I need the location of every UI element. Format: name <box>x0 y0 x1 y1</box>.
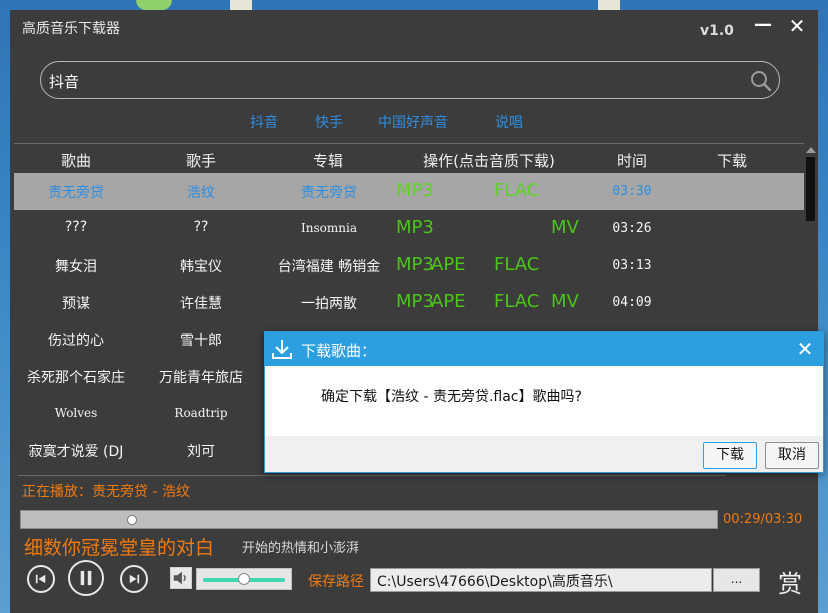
quick-link-kuaishou[interactable]: 快手 <box>315 112 343 132</box>
table-row[interactable]: 预谋 许佳慧 一拍两散 MP3 APE FLAC MV 04:09 <box>14 284 804 321</box>
download-flac-link[interactable]: FLAC <box>494 180 539 201</box>
cell-artist: 万能青年旅店 <box>159 370 243 386</box>
search-box <box>40 61 780 99</box>
divider <box>18 475 726 476</box>
cell-artist: 雪十郎 <box>180 333 222 349</box>
download-mp3-link[interactable]: MP3 <box>396 217 434 238</box>
download-icon <box>272 340 292 359</box>
download-mv-link[interactable]: MV <box>551 217 579 238</box>
cell-album: 一拍两散 <box>301 296 357 312</box>
cell-time: 04:09 <box>612 295 652 310</box>
table-row[interactable]: 责无旁贷 浩纹 责无旁贷 MP3 FLAC 03:30 <box>14 173 804 210</box>
playback-timer: 00:29/03:30 <box>723 512 803 527</box>
cell-song: 杀死那个石家庄 <box>27 370 125 386</box>
cell-album: 台湾福建 畅销金 <box>277 259 381 275</box>
download-ape-link[interactable]: APE <box>431 254 466 275</box>
download-mv-link[interactable]: MV <box>551 291 579 312</box>
lyric-next: 开始的热情和小澎湃 <box>242 541 360 556</box>
cell-song: ??? <box>64 219 88 235</box>
dialog-header[interactable]: 下载歌曲： ✕ <box>265 332 823 366</box>
confirm-download-button[interactable]: 下载 <box>703 442 757 469</box>
desktop-peek-icon <box>136 0 172 10</box>
column-header-album[interactable]: 专辑 <box>286 150 370 171</box>
download-flac-link[interactable]: FLAC <box>494 291 539 312</box>
dialog-title: 下载歌曲： <box>301 342 377 360</box>
save-path-label: 保存路径 <box>308 574 364 590</box>
pause-button[interactable] <box>68 560 104 596</box>
cell-artist: 浩纹 <box>187 185 215 201</box>
now-playing-label: 正在播放：责无旁贷 - 浩纹 <box>22 484 190 500</box>
volume-button[interactable] <box>170 567 192 589</box>
save-path-field[interactable]: C:\Users\47666\Desktop\高质音乐\ <box>370 568 712 592</box>
column-header-actions[interactable]: 操作(点击音质下载) <box>414 150 564 171</box>
cell-artist: 韩宝仪 <box>180 259 222 275</box>
cell-time: 03:30 <box>612 184 652 199</box>
progress-knob[interactable] <box>127 515 137 525</box>
cell-song: 寂寞才说爱 (DJ <box>28 444 124 460</box>
cell-time: 03:26 <box>612 221 652 236</box>
desktop-peek-file <box>230 0 252 10</box>
column-header-download[interactable]: 下载 <box>704 150 760 171</box>
cell-song: 预谋 <box>62 296 90 312</box>
download-ape-link[interactable]: APE <box>431 291 466 312</box>
column-header-artist[interactable]: 歌手 <box>169 150 233 171</box>
download-mp3-link[interactable]: MP3 <box>396 291 434 312</box>
title-bar[interactable]: 高质音乐下载器 v1.0 — ✕ <box>10 10 818 48</box>
cell-artist: 许佳慧 <box>180 296 222 312</box>
cell-album: Insomnia <box>301 221 357 235</box>
desktop-peek-file <box>598 0 620 10</box>
next-button[interactable] <box>120 565 148 593</box>
reward-button[interactable]: 赏 <box>778 564 802 599</box>
download-dialog: 下载歌曲： ✕ 确定下载【浩纹 - 责无旁贷.flac】歌曲吗? 下载 取消 <box>264 331 824 473</box>
close-button[interactable]: ✕ <box>786 14 808 40</box>
dialog-close-button[interactable]: ✕ <box>793 337 817 361</box>
quick-links: 抖音 快手 中国好声音 说唱 <box>10 112 818 132</box>
lyric-current: 细数你冠冕堂皇的对白 <box>24 537 215 559</box>
minimize-button[interactable]: — <box>752 14 774 40</box>
cell-artist: 刘可 <box>187 444 215 460</box>
cell-song: Wolves <box>54 406 98 420</box>
scroll-thumb[interactable] <box>806 157 815 221</box>
pause-icon <box>80 570 92 586</box>
quick-link-voice-of-china[interactable]: 中国好声音 <box>378 112 448 132</box>
cancel-button[interactable]: 取消 <box>765 442 819 469</box>
app-window: 高质音乐下载器 v1.0 — ✕ 抖音 快手 中国好声音 说唱 歌曲 歌手 专辑… <box>10 10 818 613</box>
cell-song: 责无旁贷 <box>48 185 104 201</box>
search-input[interactable] <box>49 70 739 92</box>
next-icon <box>129 574 140 584</box>
download-mp3-link[interactable]: MP3 <box>396 180 434 201</box>
table-row[interactable]: 舞女泪 韩宝仪 台湾福建 畅销金 MP3 APE FLAC 03:13 <box>14 247 804 284</box>
cell-song: 伤过的心 <box>48 333 104 349</box>
cell-time: 03:13 <box>612 258 652 273</box>
quick-link-douyin[interactable]: 抖音 <box>250 112 278 132</box>
window-title: 高质音乐下载器 <box>22 21 120 37</box>
search-icon[interactable] <box>750 70 772 92</box>
column-header-time[interactable]: 时间 <box>604 150 660 171</box>
cell-artist: Roadtrip <box>174 406 228 420</box>
scroll-up-arrow-icon[interactable] <box>806 147 816 153</box>
speaker-icon <box>173 571 186 585</box>
version-label: v1.0 <box>700 23 734 39</box>
browse-button[interactable]: ... <box>713 568 760 592</box>
previous-button[interactable] <box>27 565 55 593</box>
quick-link-rap[interactable]: 说唱 <box>495 112 523 132</box>
dialog-footer: 下载 取消 <box>265 436 823 472</box>
cell-song: 舞女泪 <box>55 259 97 275</box>
volume-slider[interactable] <box>196 568 292 590</box>
table-row[interactable]: ????? Insomnia MP3 MV 03:26 <box>14 210 804 247</box>
volume-knob[interactable] <box>238 573 250 585</box>
progress-bar[interactable] <box>20 510 718 529</box>
dialog-message: 确定下载【浩纹 - 责无旁贷.flac】歌曲吗? <box>321 389 582 405</box>
column-header-song[interactable]: 歌曲 <box>44 150 108 171</box>
previous-icon <box>35 574 46 584</box>
cell-artist: ?? <box>193 219 209 235</box>
cell-album: 责无旁贷 <box>301 185 357 201</box>
table-header: 歌曲 歌手 专辑 操作(点击音质下载) 时间 下载 <box>14 143 804 173</box>
download-mp3-link[interactable]: MP3 <box>396 254 434 275</box>
download-flac-link[interactable]: FLAC <box>494 254 539 275</box>
